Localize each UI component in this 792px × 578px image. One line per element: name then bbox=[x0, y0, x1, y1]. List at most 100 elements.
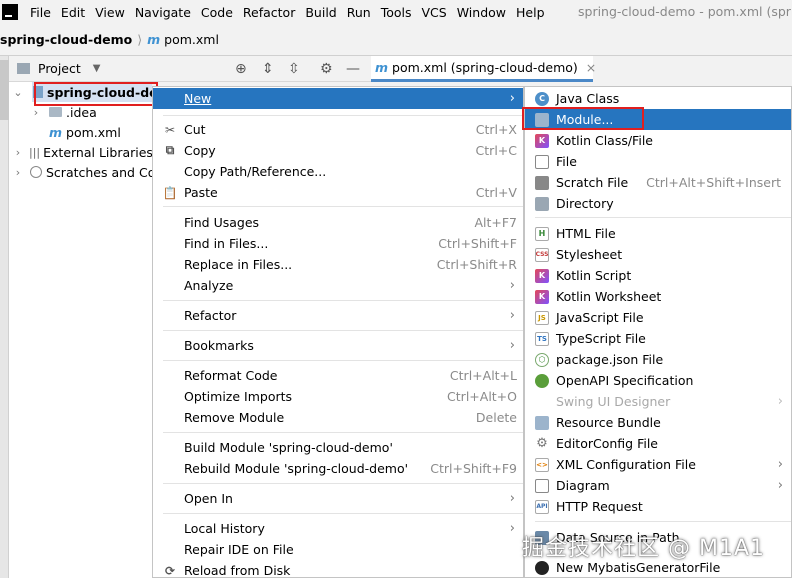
menu-item-http-request[interactable]: API HTTP Request bbox=[525, 496, 791, 517]
chevron-right-icon: › bbox=[509, 278, 515, 293]
menu-label: Kotlin Worksheet bbox=[556, 289, 662, 304]
menu-item-kotlin-class[interactable]: K Kotlin Class/File bbox=[525, 130, 791, 151]
menu-shortcut: Ctrl+Alt+L bbox=[449, 368, 517, 383]
menu-window[interactable]: Window bbox=[457, 5, 506, 20]
menu-label: HTML File bbox=[556, 226, 616, 241]
highlight-box-root bbox=[34, 82, 158, 106]
menu-view[interactable]: View bbox=[95, 5, 125, 20]
menu-item-cut[interactable]: ✂ Cut Ctrl+X bbox=[153, 119, 523, 140]
menu-item-find-usages[interactable]: Find Usages Alt+F7 bbox=[153, 212, 523, 233]
menu-tools[interactable]: Tools bbox=[381, 5, 412, 20]
menu-item-paste[interactable]: 📋 Paste Ctrl+V bbox=[153, 182, 523, 203]
window-title: spring-cloud-demo - pom.xml (spring bbox=[578, 4, 792, 19]
locate-icon[interactable]: ⊕ bbox=[235, 61, 247, 77]
menu-shortcut: Ctrl+V bbox=[475, 185, 517, 200]
menu-item-scratch[interactable]: Scratch File Ctrl+Alt+Shift+Insert bbox=[525, 172, 791, 193]
tree-item-external-libraries[interactable]: › ||| External Libraries bbox=[13, 142, 152, 162]
menu-item-copy-path[interactable]: Copy Path/Reference... bbox=[153, 161, 523, 182]
menu-item-html[interactable]: H HTML File bbox=[525, 223, 791, 244]
chevron-right-icon: › bbox=[777, 394, 783, 409]
close-icon[interactable]: × bbox=[586, 60, 596, 75]
chevron-right-icon: › bbox=[509, 521, 515, 536]
menu-item-javascript[interactable]: JS JavaScript File bbox=[525, 307, 791, 328]
menu-item-typescript[interactable]: TS TypeScript File bbox=[525, 328, 791, 349]
html-file-icon: H bbox=[535, 226, 549, 241]
menu-code[interactable]: Code bbox=[201, 5, 233, 20]
menu-item-kotlin-script[interactable]: K Kotlin Script bbox=[525, 265, 791, 286]
project-tool-button[interactable] bbox=[0, 60, 9, 120]
menu-item-bookmarks[interactable]: Bookmarks › bbox=[153, 335, 523, 356]
chevron-right-icon[interactable]: › bbox=[13, 166, 23, 179]
minimize-icon[interactable]: — bbox=[346, 61, 360, 77]
menu-label: Reformat Code bbox=[184, 368, 278, 383]
menu-edit[interactable]: Edit bbox=[61, 5, 85, 20]
menu-item-stylesheet[interactable]: CSS Stylesheet bbox=[525, 244, 791, 265]
chevron-right-icon: ⟩ bbox=[137, 32, 143, 47]
menu-file[interactable]: File bbox=[30, 5, 51, 20]
menu-label: Rebuild Module 'spring-cloud-demo' bbox=[184, 461, 409, 476]
menu-refactor[interactable]: Refactor bbox=[243, 5, 295, 20]
menu-item-diagram[interactable]: Diagram › bbox=[525, 475, 791, 496]
chevron-right-icon[interactable]: › bbox=[31, 106, 41, 119]
menu-help[interactable]: Help bbox=[516, 5, 545, 20]
breadcrumb-file[interactable]: pom.xml bbox=[164, 32, 219, 47]
menu-item-local-history[interactable]: Local History › bbox=[153, 518, 523, 539]
tree-item-pom[interactable]: m pom.xml bbox=[49, 122, 121, 142]
menu-item-replace-in-files[interactable]: Replace in Files... Ctrl+Shift+R bbox=[153, 254, 523, 275]
chevron-down-icon: ▼ bbox=[92, 63, 101, 74]
tree-label: Scratches and Co bbox=[46, 164, 152, 180]
breadcrumb: spring-cloud-demo ⟩ m pom.xml bbox=[0, 24, 792, 56]
menu-item-xml-configuration[interactable]: <> XML Configuration File › bbox=[525, 454, 791, 475]
menu-item-openapi[interactable]: OpenAPI Specification bbox=[525, 370, 791, 391]
chevron-right-icon: › bbox=[509, 338, 515, 353]
menu-run[interactable]: Run bbox=[347, 5, 371, 20]
menu-build[interactable]: Build bbox=[305, 5, 336, 20]
menu-item-find-in-files[interactable]: Find in Files... Ctrl+Shift+F bbox=[153, 233, 523, 254]
menu-item-refactor[interactable]: Refactor › bbox=[153, 305, 523, 326]
menu-item-directory[interactable]: Directory bbox=[525, 193, 791, 214]
chevron-right-icon[interactable]: › bbox=[13, 146, 23, 159]
menu-navigate[interactable]: Navigate bbox=[135, 5, 191, 20]
menu-item-java-class[interactable]: C Java Class bbox=[525, 88, 791, 109]
kotlin-worksheet-icon: K bbox=[535, 289, 549, 304]
menu-item-new[interactable]: New › bbox=[153, 88, 523, 109]
left-tool-strip[interactable] bbox=[0, 56, 9, 578]
menu-label: File bbox=[556, 154, 577, 169]
tree-item-scratches[interactable]: › Scratches and Co bbox=[13, 162, 152, 182]
folder-icon bbox=[17, 63, 30, 74]
menu-item-file[interactable]: File bbox=[525, 151, 791, 172]
menu-item-reload[interactable]: ⟳ Reload from Disk bbox=[153, 560, 523, 577]
kotlin-script-icon: K bbox=[535, 268, 549, 283]
menu-item-reformat[interactable]: Reformat Code Ctrl+Alt+L bbox=[153, 365, 523, 386]
menu-label: Cut bbox=[184, 122, 206, 137]
menu-label: Analyze bbox=[184, 278, 234, 293]
menu-vcs[interactable]: VCS bbox=[422, 5, 447, 20]
menu-item-package-json[interactable]: ⬡ package.json File bbox=[525, 349, 791, 370]
menu-item-open-in[interactable]: Open In › bbox=[153, 488, 523, 509]
expand-all-icon[interactable]: ⇕ bbox=[262, 61, 274, 77]
menu-item-remove-module[interactable]: Remove Module Delete bbox=[153, 407, 523, 428]
tab-pom-xml[interactable]: m pom.xml (spring-cloud-demo) × bbox=[371, 56, 596, 82]
menu-item-build-module[interactable]: Build Module 'spring-cloud-demo' bbox=[153, 437, 523, 458]
gear-icon[interactable]: ⚙ bbox=[320, 61, 333, 77]
menu-label: XML Configuration File bbox=[556, 457, 696, 472]
menu-item-analyze[interactable]: Analyze › bbox=[153, 275, 523, 296]
menu-item-editorconfig[interactable]: ⚙ EditorConfig File bbox=[525, 433, 791, 454]
breadcrumb-project[interactable]: spring-cloud-demo bbox=[0, 32, 132, 47]
menu-item-copy[interactable]: ⧉ Copy Ctrl+C bbox=[153, 140, 523, 161]
menu-shortcut: Ctrl+C bbox=[475, 143, 517, 158]
project-view-selector[interactable]: Project ▼ bbox=[17, 61, 100, 76]
menu-item-optimize-imports[interactable]: Optimize Imports Ctrl+Alt+O bbox=[153, 386, 523, 407]
menu-label: Copy bbox=[184, 143, 216, 158]
project-tree: ⌄ spring-cloud-demo › .idea m pom.xml › … bbox=[9, 82, 152, 578]
chevron-down-icon[interactable]: ⌄ bbox=[13, 86, 23, 99]
http-request-icon: API bbox=[535, 499, 549, 514]
menu-shortcut: Ctrl+Shift+R bbox=[436, 257, 517, 272]
collapse-all-icon[interactable]: ⇳ bbox=[288, 61, 300, 77]
menu-shortcut: Ctrl+Shift+F bbox=[438, 236, 517, 251]
menu-item-resource-bundle[interactable]: Resource Bundle bbox=[525, 412, 791, 433]
menu-item-repair-ide[interactable]: Repair IDE on File bbox=[153, 539, 523, 560]
scissors-icon: ✂ bbox=[164, 122, 176, 137]
menu-item-kotlin-worksheet[interactable]: K Kotlin Worksheet bbox=[525, 286, 791, 307]
menu-item-rebuild-module[interactable]: Rebuild Module 'spring-cloud-demo' Ctrl+S… bbox=[153, 458, 523, 479]
